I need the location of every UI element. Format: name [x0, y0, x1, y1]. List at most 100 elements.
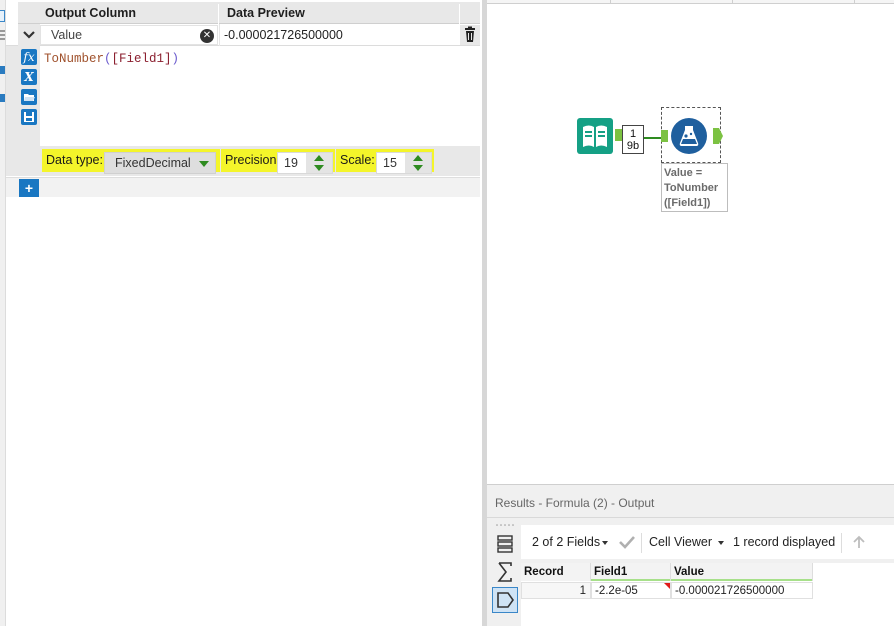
expression-tools: fx X — [18, 46, 40, 176]
output-column-header: Output Column — [45, 6, 136, 20]
data-preview-value: -0.000021726500000 — [224, 28, 343, 42]
column-header-label: Field1 — [594, 566, 628, 578]
connection-line[interactable] — [644, 137, 661, 139]
row-gutter — [6, 46, 18, 176]
expression-editor[interactable]: ToNumber([Field1]) — [40, 46, 480, 146]
workflow-canvas[interactable]: 1 9b Value = ToNumber ([Field1]) — [487, 0, 894, 484]
tag-icon — [497, 592, 514, 608]
chevron-down-icon[interactable] — [602, 541, 608, 545]
grip-icon — [496, 524, 514, 526]
book-icon — [583, 125, 607, 147]
table-cell-field1[interactable]: -2.2e-05 — [591, 582, 671, 599]
data-type-value: FixedDecimal — [115, 156, 191, 170]
column-header-label: Value — [674, 566, 705, 578]
results-table: Record Field1 Value 1 -2.2e-05 -0.000021… — [521, 563, 894, 626]
output-column-field[interactable]: Value ✕ — [40, 25, 218, 45]
records-displayed: 1 record displayed — [733, 535, 836, 549]
table-cell-value[interactable]: -0.000021726500000 — [671, 582, 813, 599]
check-icon[interactable] — [618, 535, 636, 549]
fx-icon[interactable]: fx — [21, 49, 37, 65]
annotation-line: Value = — [664, 167, 703, 179]
grid-header: Output Column Data Preview — [18, 2, 480, 24]
annotation-line: ([Field1]) — [664, 197, 711, 209]
formula-config-panel: Output Column Data Preview Value ✕ -0.00… — [0, 0, 482, 626]
table-cell-record[interactable]: 1 — [521, 582, 591, 599]
precision-spin-buttons[interactable] — [306, 153, 332, 173]
edge-marker — [0, 66, 5, 74]
scale-value: 15 — [383, 156, 397, 170]
expression-field: [Field1] — [111, 52, 172, 66]
column-header[interactable]: Value — [671, 563, 813, 581]
arrow-up-icon[interactable] — [413, 155, 423, 161]
expression-text: ToNumber([Field1]) — [44, 52, 179, 66]
add-row-bar: + — [6, 177, 480, 197]
chevron-down-icon[interactable] — [718, 541, 724, 545]
header-divider — [459, 4, 460, 24]
precision-value: 19 — [284, 156, 298, 170]
collapse-row-button[interactable] — [18, 24, 40, 46]
trash-icon — [465, 26, 475, 42]
precision-label: Precision: — [225, 153, 280, 167]
save-icon[interactable] — [21, 109, 37, 125]
toolbar-separator — [641, 533, 642, 553]
folder-open-icon[interactable] — [21, 89, 37, 105]
edge-grip — [0, 38, 5, 40]
scale-label: Scale: — [340, 153, 375, 167]
scale-stepper[interactable]: 15 — [376, 152, 432, 174]
annotation-line: ToNumber — [664, 182, 719, 194]
data-preview-header: Data Preview — [227, 6, 305, 20]
arrow-down-icon[interactable] — [413, 165, 423, 171]
scale-spin-buttons[interactable] — [405, 153, 431, 173]
canvas-tick — [610, 0, 611, 4]
rows-view-button[interactable] — [492, 531, 518, 557]
input-anchor[interactable] — [661, 130, 668, 142]
tool-annotation: Value = ToNumber ([Field1]) — [661, 163, 728, 212]
column-header-bar — [591, 579, 670, 581]
edge-selection-marker[interactable] — [0, 10, 5, 22]
results-side-toolbar — [490, 523, 520, 626]
expression-open-paren: ( — [104, 52, 112, 66]
results-panel: Results - Formula (2) - Output 2 of 2 Fi… — [487, 484, 894, 626]
column-header-bar — [671, 579, 812, 581]
toolbar-separator — [841, 533, 842, 553]
chevron-down-icon — [23, 31, 35, 39]
data-type-bar: Data type: FixedDecimal Precision: 19 Sc… — [40, 146, 480, 176]
data-type-group: Data type: FixedDecimal — [42, 149, 220, 174]
canvas-tick — [732, 0, 733, 4]
arrow-up-icon[interactable] — [851, 534, 867, 550]
metadata-view-button[interactable] — [492, 587, 518, 613]
edge-grip — [0, 30, 5, 32]
field1-value: -2.2e-05 — [595, 585, 638, 597]
output-column-value: Value — [51, 28, 83, 42]
edge-grip — [0, 34, 5, 36]
precision-group: Precision: 19 — [221, 149, 335, 174]
add-icon[interactable]: + — [19, 179, 39, 197]
canvas-tick — [854, 0, 855, 4]
canvas-top-bar — [487, 0, 894, 4]
column-header-label: Record — [524, 566, 564, 578]
clear-icon[interactable]: ✕ — [200, 29, 214, 43]
variable-icon[interactable]: X — [21, 69, 37, 85]
delete-row-button[interactable] — [460, 25, 480, 45]
data-type-select[interactable]: FixedDecimal — [104, 152, 216, 174]
folder-open-svg — [24, 94, 35, 101]
flask-icon — [679, 126, 699, 146]
rows-icon — [497, 535, 513, 553]
cell-viewer-dropdown[interactable]: Cell Viewer — [649, 535, 712, 549]
arrow-up-icon[interactable] — [314, 155, 324, 161]
column-header[interactable]: Record — [521, 563, 591, 581]
chevron-down-icon — [199, 161, 209, 167]
results-toolbar: 2 of 2 Fields Cell Viewer 1 record displ… — [521, 525, 894, 559]
formula-tool[interactable] — [671, 118, 707, 154]
output-anchor[interactable] — [713, 128, 723, 144]
data-type-label: Data type: — [46, 153, 103, 167]
results-title: Results - Formula (2) - Output — [495, 496, 655, 510]
connection-count: 1 — [629, 128, 637, 140]
expression-function: ToNumber — [44, 52, 105, 66]
fields-dropdown[interactable]: 2 of 2 Fields — [532, 535, 600, 549]
column-header[interactable]: Field1 — [591, 563, 671, 581]
arrow-down-icon[interactable] — [314, 165, 324, 171]
precision-stepper[interactable]: 19 — [277, 152, 333, 174]
summary-view-button[interactable] — [492, 559, 518, 585]
text-input-tool[interactable] — [577, 118, 613, 154]
